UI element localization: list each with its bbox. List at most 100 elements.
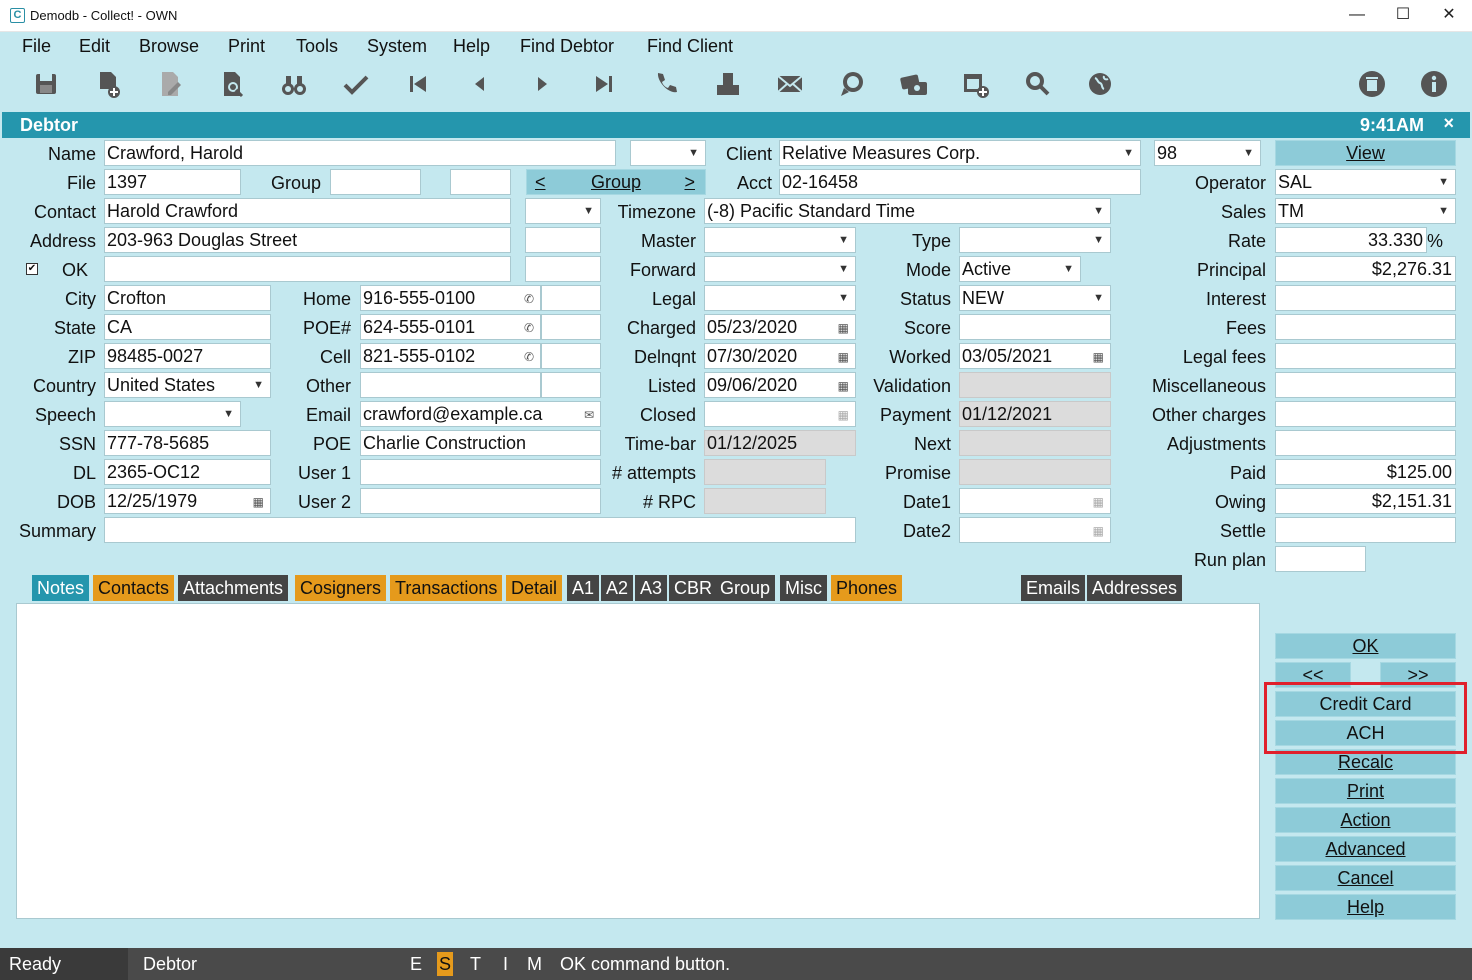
client-number-dropdown[interactable]: 98 ▼ (1154, 140, 1261, 166)
status-dropdown[interactable]: NEW ▼ (959, 285, 1111, 311)
tab-misc[interactable]: Misc (780, 575, 827, 601)
tab-emails[interactable]: Emails (1021, 575, 1086, 601)
mode-dropdown[interactable]: Active ▼ (959, 256, 1081, 282)
address-extra-field[interactable] (525, 227, 601, 253)
legal-fees-field[interactable] (1275, 343, 1456, 369)
phone-icon[interactable] (650, 68, 682, 100)
country-dropdown[interactable]: United States ▼ (104, 372, 271, 398)
interest-field[interactable] (1275, 285, 1456, 311)
address-line2-extra-field[interactable] (525, 256, 601, 282)
email-icon[interactable] (774, 68, 806, 100)
dl-field[interactable]: 2365-OC12 (104, 459, 271, 485)
tab-a1[interactable]: A1 (567, 575, 600, 601)
speech-dropdown[interactable]: ▼ (104, 401, 241, 427)
phone-icon[interactable]: ✆ (524, 316, 534, 339)
help-button[interactable]: Help (1275, 894, 1456, 920)
home-phone-field[interactable]: 916-555-0100 ✆ (360, 285, 541, 311)
name-field[interactable]: Crawford, Harold (104, 140, 616, 166)
delete-icon[interactable] (1356, 68, 1388, 100)
address-line2-field[interactable] (104, 256, 511, 282)
adjustments-field[interactable] (1275, 430, 1456, 456)
previous-record-icon[interactable] (464, 68, 496, 100)
dob-field[interactable]: 12/25/1979 ▦ (104, 488, 271, 514)
acct-field[interactable]: 02-16458 (779, 169, 1141, 195)
delnqnt-date-field[interactable]: 07/30/2020 ▦ (704, 343, 856, 369)
date2-field[interactable]: ▦ (959, 517, 1111, 543)
menu-browse[interactable]: Browse (139, 36, 199, 57)
tab-detail[interactable]: Detail (506, 575, 563, 601)
calendar-icon[interactable]: ▦ (1093, 519, 1104, 542)
tab-a2[interactable]: A2 (601, 575, 634, 601)
cancel-button[interactable]: Cancel (1275, 865, 1456, 891)
contact-dropdown[interactable]: ▼ (525, 198, 601, 224)
calendar-icon[interactable]: ▦ (838, 403, 849, 426)
other-phone-ext-field[interactable] (541, 372, 601, 398)
chat-icon[interactable] (836, 68, 868, 100)
sales-dropdown[interactable]: TM ▼ (1275, 198, 1456, 224)
tab-transactions[interactable]: Transactions (390, 575, 503, 601)
tab-a3[interactable]: A3 (635, 575, 668, 601)
edit-document-icon[interactable] (154, 68, 186, 100)
cell-phone-field[interactable]: 821-555-0102 ✆ (360, 343, 541, 369)
globe-icon[interactable] (1084, 68, 1116, 100)
tab-addresses[interactable]: Addresses (1087, 575, 1183, 601)
miscellaneous-field[interactable] (1275, 372, 1456, 398)
home-phone-ext-field[interactable] (541, 285, 601, 311)
timezone-dropdown[interactable]: (-8) Pacific Standard Time ▼ (704, 198, 1111, 224)
paid-field[interactable]: $125.00 (1275, 459, 1456, 485)
search-document-icon[interactable] (216, 68, 248, 100)
run-plan-field[interactable] (1275, 546, 1366, 572)
new-document-icon[interactable] (92, 68, 124, 100)
cell-phone-ext-field[interactable] (541, 343, 601, 369)
envelope-icon[interactable]: ✉ (584, 403, 594, 426)
poe-field[interactable]: Charlie Construction (360, 430, 601, 456)
action-button[interactable]: Action (1275, 807, 1456, 833)
type-dropdown[interactable]: ▼ (959, 227, 1111, 253)
minimize-button[interactable]: — (1334, 0, 1380, 32)
menu-help[interactable]: Help (453, 36, 490, 57)
menu-edit[interactable]: Edit (79, 36, 110, 57)
state-field[interactable]: CA (104, 314, 271, 340)
other-charges-field[interactable] (1275, 401, 1456, 427)
owing-field[interactable]: $2,151.31 (1275, 488, 1456, 514)
user2-field[interactable] (360, 488, 601, 514)
menu-tools[interactable]: Tools (296, 36, 338, 57)
menu-print[interactable]: Print (228, 36, 265, 57)
closed-date-field[interactable]: ▦ (704, 401, 856, 427)
zip-field[interactable]: 98485-0027 (104, 343, 271, 369)
calendar-icon[interactable]: ▦ (1093, 490, 1104, 513)
menu-file[interactable]: File (22, 36, 51, 57)
group-prev-button[interactable]: < (535, 170, 546, 195)
print-icon[interactable] (712, 68, 744, 100)
city-field[interactable]: Crofton (104, 285, 271, 311)
summary-field[interactable] (104, 517, 856, 543)
group-next-button[interactable]: > (684, 170, 695, 195)
maximize-button[interactable]: ☐ (1380, 0, 1426, 32)
payment-card-icon[interactable] (898, 68, 930, 100)
group-button[interactable]: Group (591, 172, 641, 192)
checkmark-icon[interactable] (340, 68, 372, 100)
name-type-dropdown[interactable]: ▼ (630, 140, 706, 166)
calendar-icon[interactable]: ▦ (838, 345, 849, 368)
master-dropdown[interactable]: ▼ (704, 227, 856, 253)
ok-button[interactable]: OK (1275, 633, 1456, 659)
user1-field[interactable] (360, 459, 601, 485)
tab-phones[interactable]: Phones (831, 575, 903, 601)
next-record-icon[interactable] (526, 68, 558, 100)
operator-dropdown[interactable]: SAL ▼ (1275, 169, 1456, 195)
menu-system[interactable]: System (367, 36, 427, 57)
menu-find-debtor[interactable]: Find Debtor (520, 36, 614, 57)
close-form-icon[interactable]: × (1443, 113, 1454, 134)
calendar-icon[interactable]: ▦ (838, 374, 849, 397)
rate-field[interactable]: 33.330 (1275, 227, 1427, 253)
tab-cbr[interactable]: CBR (669, 575, 718, 601)
calendar-icon[interactable]: ▦ (838, 316, 849, 339)
group-extra-field[interactable] (450, 169, 511, 195)
advanced-button[interactable]: Advanced (1275, 836, 1456, 862)
calendar-icon[interactable]: ▦ (253, 490, 264, 513)
fees-field[interactable] (1275, 314, 1456, 340)
phone-icon[interactable]: ✆ (524, 287, 534, 310)
save-icon[interactable] (30, 68, 62, 100)
tab-group[interactable]: Group (715, 575, 776, 601)
poe-phone-field[interactable]: 624-555-0101 ✆ (360, 314, 541, 340)
